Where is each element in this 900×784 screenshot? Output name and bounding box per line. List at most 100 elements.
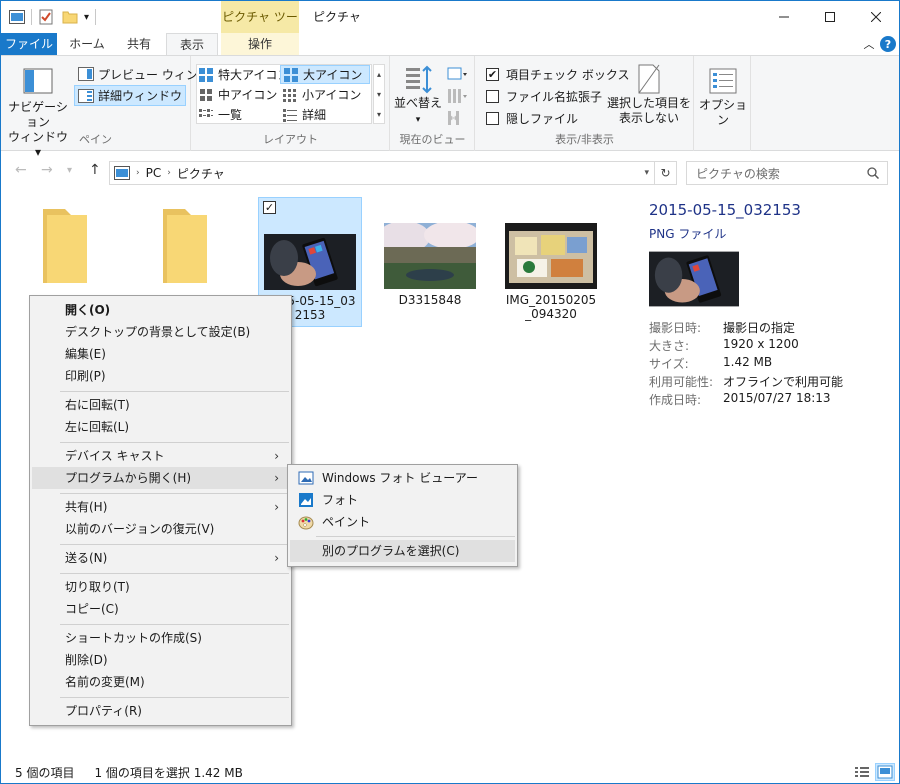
submenu-arrow-icon: ›: [274, 449, 279, 463]
large-icons-icon: [284, 67, 298, 82]
tab-file[interactable]: ファイル: [1, 33, 57, 55]
up-icon[interactable]: ↑: [89, 162, 101, 178]
details-view-button[interactable]: 詳細: [282, 105, 326, 124]
minimize-button[interactable]: [761, 1, 807, 33]
menu-rename[interactable]: 名前の変更(M): [32, 671, 289, 693]
menu-set-background[interactable]: デスクトップの背景として設定(B): [32, 321, 289, 343]
search-input[interactable]: ピクチャの検索: [686, 161, 888, 185]
details-pane-label: 詳細ウィンドウ: [98, 89, 183, 103]
back-icon[interactable]: ←: [15, 162, 27, 178]
address-dropdown-icon[interactable]: ▾: [644, 168, 649, 178]
navigation-pane-icon: [23, 68, 53, 94]
menu-print[interactable]: 印刷(P): [32, 365, 289, 387]
tab-share[interactable]: 共有: [115, 33, 163, 55]
help-icon[interactable]: ?: [880, 36, 896, 52]
photo-viewer-label: Windows フォト ビューアー: [322, 471, 478, 485]
status-bar: 5 個の項目 1 個の項目を選択 1.42 MB: [1, 761, 899, 783]
status-item-count: 5 個の項目: [15, 765, 75, 780]
details-pane-button[interactable]: 詳細ウィンドウ: [74, 85, 187, 106]
collapse-ribbon-icon[interactable]: ︿: [861, 36, 877, 52]
menu-properties[interactable]: プロパティ(R): [32, 700, 289, 722]
open-with-paint[interactable]: ペイント: [290, 511, 515, 533]
open-with-choose-program[interactable]: 別のプログラムを選択(C): [290, 540, 515, 562]
status-selection: 1 個の項目を選択 1.42 MB: [94, 765, 243, 780]
maximize-button[interactable]: [807, 1, 853, 33]
file-extensions-toggle[interactable]: ファイル名拡張子: [486, 87, 602, 106]
search-icon: [867, 167, 879, 179]
menu-open-with-label: プログラムから開く(H): [65, 471, 192, 485]
properties-icon[interactable]: [38, 9, 54, 25]
large-icons-toggle-icon[interactable]: [875, 763, 895, 781]
tab-home[interactable]: ホーム: [59, 33, 115, 55]
breadcrumb-separator-icon[interactable]: ›: [136, 168, 140, 178]
extra-large-icons-icon: [199, 67, 213, 82]
small-icons-icon: [283, 88, 296, 102]
prop-created-key: 作成日時:: [649, 393, 702, 407]
new-folder-icon[interactable]: [62, 9, 78, 25]
window-icon[interactable]: [9, 10, 25, 24]
add-columns-icon[interactable]: [447, 88, 469, 104]
address-bar[interactable]: › PC › ピクチャ ▾ ↻: [109, 161, 677, 185]
menu-cast-label: デバイス キャスト: [65, 449, 165, 463]
prop-date-taken-value[interactable]: 撮影日の指定: [723, 319, 795, 336]
refresh-icon[interactable]: ↻: [654, 162, 676, 184]
open-with-submenu: Windows フォト ビューアー フォト ペイント 別のプログラムを選択(C): [287, 464, 518, 567]
sort-icon: [406, 65, 432, 94]
forward-icon[interactable]: →: [41, 162, 53, 178]
menu-create-shortcut[interactable]: ショートカットの作成(S): [32, 627, 289, 649]
sort-button[interactable]: 並べ替え ▾: [393, 64, 443, 128]
file-item[interactable]: D3315848: [378, 197, 482, 307]
menu-restore-versions[interactable]: 以前のバージョンの復元(V): [32, 518, 289, 540]
tab-manage[interactable]: 操作: [221, 33, 299, 55]
medium-icons-button[interactable]: 中アイコン: [198, 85, 277, 104]
hide-selected-button[interactable]: 選択した項目を 表示しない: [606, 64, 692, 126]
large-icons-label: 大アイコン: [303, 68, 363, 82]
menu-open[interactable]: 開く(O): [32, 299, 289, 321]
menu-open-with[interactable]: プログラムから開く(H) ›: [32, 467, 289, 489]
details-view-toggle-icon[interactable]: [853, 763, 871, 781]
submenu-arrow-icon: ›: [274, 471, 279, 485]
customize-qat-icon[interactable]: ▾: [84, 12, 89, 23]
extra-large-icons-button[interactable]: 特大アイコン: [198, 65, 289, 84]
image-thumbnail: [505, 223, 597, 289]
close-button[interactable]: [853, 1, 899, 33]
folder-item[interactable]: [133, 195, 237, 305]
item-select-checkbox[interactable]: ✓: [263, 201, 276, 214]
tab-view[interactable]: 表示: [166, 33, 218, 56]
small-icons-button[interactable]: 小アイコン: [282, 85, 361, 104]
menu-share[interactable]: 共有(H) ›: [32, 496, 289, 518]
current-view-group-label: 現在のビュー: [399, 133, 466, 146]
large-icons-button[interactable]: 大アイコン: [280, 65, 370, 84]
medium-icons-icon: [200, 88, 212, 101]
breadcrumb-separator-icon[interactable]: ›: [167, 168, 171, 178]
prop-availability-key: 利用可能性:: [649, 375, 714, 389]
group-by-icon[interactable]: [447, 66, 469, 82]
menu-edit[interactable]: 編集(E): [32, 343, 289, 365]
photos-label: フォト: [322, 493, 359, 507]
open-with-photo-viewer[interactable]: Windows フォト ビューアー: [290, 467, 515, 489]
menu-rotate-right[interactable]: 右に回転(T): [32, 394, 289, 416]
sort-label: 並べ替え: [393, 96, 442, 110]
options-button[interactable]: オプション: [697, 68, 749, 128]
window-title: ピクチャ: [313, 10, 361, 24]
list-view-button[interactable]: 一覧: [198, 105, 242, 124]
recent-locations-icon[interactable]: ▾: [67, 165, 72, 176]
ribbon: ナビゲーション ウィンドウ ▾ プレビュー ウィンドウ 詳細ウィンドウ ペイン …: [1, 55, 899, 159]
menu-cast-to-device[interactable]: デバイス キャスト ›: [32, 445, 289, 467]
breadcrumb-pc[interactable]: PC: [146, 166, 162, 180]
menu-send-to[interactable]: 送る(N) ›: [32, 547, 289, 569]
maximize-icon: [825, 12, 835, 22]
breadcrumb-pictures[interactable]: ピクチャ: [177, 165, 225, 182]
menu-rotate-left[interactable]: 左に回転(L): [32, 416, 289, 438]
menu-share-label: 共有(H): [65, 500, 108, 514]
folder-item[interactable]: [13, 195, 117, 305]
open-with-photos[interactable]: フォト: [290, 489, 515, 511]
menu-copy[interactable]: コピー(C): [32, 598, 289, 620]
size-columns-icon[interactable]: [447, 110, 469, 126]
hidden-items-toggle[interactable]: 隠しファイル: [486, 109, 578, 128]
menu-delete[interactable]: 削除(D): [32, 649, 289, 671]
menu-cut[interactable]: 切り取り(T): [32, 576, 289, 598]
layout-gallery-scroll[interactable]: ▴ ▾ ▾: [373, 64, 385, 124]
file-label: IMG_20150205_094320: [505, 293, 597, 321]
file-item[interactable]: IMG_20150205_094320: [499, 197, 603, 327]
